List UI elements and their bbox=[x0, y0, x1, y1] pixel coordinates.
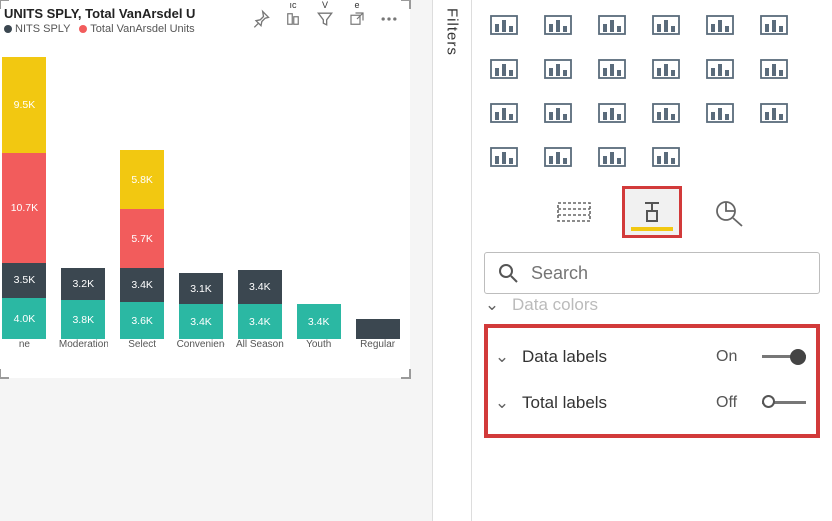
filled-map-icon[interactable] bbox=[538, 50, 578, 88]
property-data-labels[interactable]: ⌄ Data labels On bbox=[494, 334, 806, 380]
data-labels-toggle[interactable] bbox=[762, 348, 806, 366]
card-icon[interactable] bbox=[700, 50, 740, 88]
more-options-icon[interactable] bbox=[378, 8, 400, 30]
axis-label: Moderation bbox=[59, 339, 108, 363]
bar-youth[interactable]: 3.4K bbox=[294, 304, 343, 339]
donut-chart-icon[interactable] bbox=[700, 6, 740, 44]
funnel-chart-icon[interactable] bbox=[538, 6, 578, 44]
format-tab[interactable] bbox=[622, 186, 682, 238]
r-visual-icon[interactable] bbox=[700, 94, 740, 132]
axis-label: ne bbox=[0, 339, 49, 363]
power-apps-icon[interactable] bbox=[646, 138, 686, 176]
bar-ne[interactable]: 4.0K3.5K10.7K9.5K bbox=[0, 57, 49, 340]
scatter-chart-icon[interactable] bbox=[592, 6, 632, 44]
bar-all season[interactable]: 3.4K3.4K bbox=[235, 270, 284, 339]
filters-label: Filters bbox=[444, 8, 461, 521]
kpi-icon[interactable] bbox=[484, 94, 524, 132]
pie-chart-icon[interactable] bbox=[646, 6, 686, 44]
bar-segment: 5.8K bbox=[120, 150, 164, 209]
bar-segment: 3.4K bbox=[297, 304, 341, 339]
arcgis-icon[interactable] bbox=[592, 138, 632, 176]
bar-segment: 3.5K bbox=[2, 263, 46, 299]
axis-label: Convenience bbox=[177, 339, 226, 363]
stacked-bar-chart-icon[interactable] bbox=[484, 6, 524, 44]
qa-icon[interactable] bbox=[484, 138, 524, 176]
fields-tab[interactable] bbox=[544, 186, 604, 238]
highlight-box: ⌄ Data labels On ⌄ Total labels Off bbox=[484, 324, 820, 438]
bar-segment: 9.5K bbox=[2, 57, 46, 154]
bar-segment: 5.7K bbox=[120, 209, 164, 267]
focus-mode-icon[interactable]: ıc bbox=[282, 8, 304, 30]
bar-segment: 3.1K bbox=[179, 273, 223, 305]
bar-segment: 3.4K bbox=[238, 270, 282, 305]
bar-segment: 3.2K bbox=[61, 268, 105, 301]
bar-segment: 4.0K bbox=[2, 298, 46, 339]
property-data-colors[interactable]: ⌄ Data colors bbox=[484, 290, 820, 320]
pin-icon[interactable] bbox=[250, 8, 272, 30]
gauge-icon[interactable] bbox=[646, 50, 686, 88]
axis-label: Youth bbox=[294, 339, 343, 363]
search-icon bbox=[497, 262, 519, 284]
property-total-labels[interactable]: ⌄ Total labels Off bbox=[494, 380, 806, 426]
filter-icon[interactable]: V bbox=[314, 8, 336, 30]
bar-moderation[interactable]: 3.8K3.2K bbox=[59, 268, 108, 339]
analytics-tab[interactable] bbox=[700, 186, 760, 238]
chart-legend: NITS SPLY Total VanArsdel Units bbox=[4, 23, 250, 35]
popout-icon[interactable]: e bbox=[346, 8, 368, 30]
chart-visual[interactable]: UNITS SPLY, Total VanArsdel U NITS SPLY … bbox=[0, 0, 410, 378]
key-influencers-icon[interactable] bbox=[538, 138, 578, 176]
decomposition-tree-icon[interactable] bbox=[754, 94, 794, 132]
multi-row-card-icon[interactable] bbox=[754, 50, 794, 88]
treemap-icon[interactable] bbox=[754, 6, 794, 44]
axis-label: Regular bbox=[353, 339, 402, 363]
bar-segment: 3.4K bbox=[238, 304, 282, 339]
chevron-down-icon: ⌄ bbox=[494, 347, 510, 367]
bar-segment: 10.7K bbox=[2, 153, 46, 262]
filters-pane-collapsed[interactable]: Filters bbox=[432, 0, 472, 521]
bar-segment: 3.8K bbox=[61, 300, 105, 339]
table-icon[interactable] bbox=[592, 94, 632, 132]
total-labels-toggle[interactable] bbox=[762, 394, 806, 412]
axis-label: All Season bbox=[235, 339, 284, 363]
chart-title: UNITS SPLY, Total VanArsdel U bbox=[4, 6, 250, 21]
bar-segment: 3.6K bbox=[120, 302, 164, 339]
bar-regular[interactable] bbox=[353, 319, 402, 339]
search-input[interactable] bbox=[531, 263, 807, 284]
format-search[interactable] bbox=[484, 252, 820, 294]
chevron-down-icon: ⌄ bbox=[484, 295, 500, 315]
report-canvas[interactable]: UNITS SPLY, Total VanArsdel U NITS SPLY … bbox=[0, 0, 432, 521]
bar-segment: 3.4K bbox=[179, 304, 223, 339]
chevron-down-icon: ⌄ bbox=[494, 393, 510, 413]
slicer-icon[interactable] bbox=[538, 94, 578, 132]
map-icon[interactable] bbox=[484, 50, 524, 88]
bar-select[interactable]: 3.6K3.4K5.7K5.8K bbox=[118, 150, 167, 339]
matrix-icon[interactable] bbox=[646, 94, 686, 132]
visualizations-pane: ⌄ Data colors ⌄ Data labels On ⌄ Total l… bbox=[472, 0, 832, 521]
bar-convenience[interactable]: 3.4K3.1K bbox=[177, 273, 226, 339]
bar-segment: 3.4K bbox=[120, 268, 164, 303]
axis-label: Select bbox=[118, 339, 167, 363]
azure-map-icon[interactable] bbox=[592, 50, 632, 88]
